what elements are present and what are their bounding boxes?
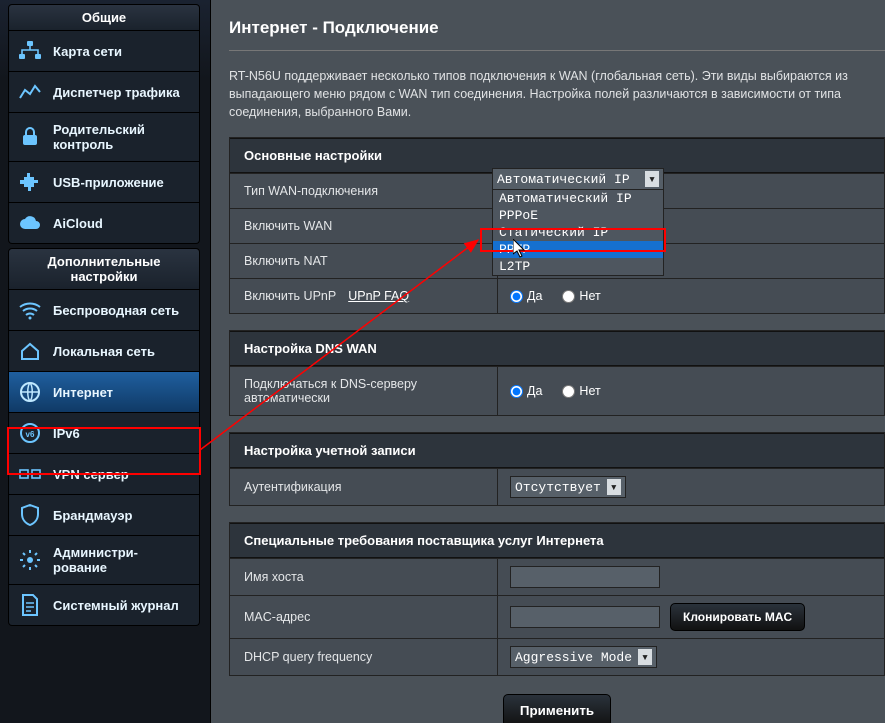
- sidebar-item-usb-app[interactable]: USB-приложение: [8, 162, 200, 203]
- sidebar-item-admin[interactable]: Администри-рование: [8, 536, 200, 585]
- sidebar-item-aicloud[interactable]: AiCloud: [8, 203, 200, 244]
- sidebar-item-traffic-manager[interactable]: Диспетчер трафика: [8, 72, 200, 113]
- sidebar-item-label: IPv6: [53, 426, 191, 441]
- radio-label: Да: [527, 384, 542, 398]
- radio-label: Нет: [579, 289, 600, 303]
- document-icon: [17, 594, 43, 616]
- page-description: RT-N56U поддерживает несколько типов под…: [229, 51, 885, 137]
- page-title: Интернет - Подключение: [229, 18, 885, 51]
- auth-select[interactable]: Отсутствует ▾: [510, 476, 626, 498]
- sidebar-item-syslog[interactable]: Системный журнал: [8, 585, 200, 626]
- option-l2tp[interactable]: L2TP: [493, 258, 663, 275]
- sidebar-item-label: Локальная сеть: [53, 344, 191, 359]
- sidebar-item-label: Системный журнал: [53, 598, 191, 613]
- auth-select-value: Отсутствует: [515, 480, 601, 495]
- radio-input[interactable]: [562, 385, 575, 398]
- network-map-icon: [17, 40, 43, 62]
- option-pppoe[interactable]: PPPoE: [493, 207, 663, 224]
- sidebar-item-vpn[interactable]: VPN сервер: [8, 454, 200, 495]
- sidebar-item-firewall[interactable]: Брандмауэр: [8, 495, 200, 536]
- sidebar-item-wireless[interactable]: Беспроводная сеть: [8, 290, 200, 331]
- dhcp-freq-value: Aggressive Mode: [515, 650, 632, 665]
- sidebar-item-label: Родительский контроль: [53, 122, 191, 152]
- traffic-icon: [17, 81, 43, 103]
- wan-type-value: Автоматический IP: [497, 172, 630, 187]
- option-auto-ip[interactable]: Автоматический IP: [493, 190, 663, 207]
- wan-type-selected[interactable]: Автоматический IP ▾: [492, 168, 664, 190]
- ipv6-icon: v6: [17, 422, 43, 444]
- radio-upnp-yes[interactable]: Да: [510, 289, 542, 303]
- sidebar-item-label: Карта сети: [53, 44, 191, 59]
- upnp-faq-link[interactable]: UPnP FAQ: [348, 289, 409, 303]
- sidebar-item-label: Беспроводная сеть: [53, 303, 191, 318]
- label-enable-upnp: Включить UPnP: [244, 289, 336, 303]
- sidebar-advanced-title: Дополнительные настройки: [8, 248, 200, 290]
- label-enable-wan: Включить WAN: [230, 209, 498, 243]
- radio-dns-yes[interactable]: Да: [510, 384, 542, 398]
- option-pptp[interactable]: PPTP: [493, 241, 663, 258]
- row-hostname: Имя хоста: [230, 558, 884, 595]
- sidebar-item-label: Интернет: [53, 385, 191, 400]
- sidebar-item-lan[interactable]: Локальная сеть: [8, 331, 200, 372]
- hostname-input[interactable]: [510, 566, 660, 588]
- label-dhcp-freq: DHCP query frequency: [230, 639, 498, 675]
- radio-dns-no[interactable]: Нет: [562, 384, 600, 398]
- sidebar-item-parental-control[interactable]: Родительский контроль: [8, 113, 200, 162]
- chevron-down-icon: ▾: [607, 479, 621, 495]
- radio-input[interactable]: [510, 385, 523, 398]
- section-isp: Специальные требования поставщика услуг …: [230, 523, 884, 558]
- row-auth: Аутентификация Отсутствует ▾: [230, 468, 884, 505]
- sidebar-item-label: VPN сервер: [53, 467, 191, 482]
- chevron-down-icon: ▾: [638, 649, 652, 665]
- sidebar-item-label: Администри-рование: [53, 545, 191, 575]
- sidebar: Общие Карта сети Диспетчер трафика Родит…: [8, 0, 200, 626]
- mac-input[interactable]: [510, 606, 660, 628]
- chevron-down-icon: ▾: [645, 171, 659, 187]
- label-hostname: Имя хоста: [230, 559, 498, 595]
- lock-icon: [17, 126, 43, 148]
- label-wan-type: Тип WAN-подключения: [230, 174, 498, 208]
- label-enable-nat: Включить NAT: [230, 244, 498, 278]
- label-auth: Аутентификация: [230, 469, 498, 505]
- shield-icon: [17, 504, 43, 526]
- row-dns-auto: Подключаться к DNS-серверу автоматически…: [230, 366, 884, 415]
- wan-type-options: Автоматический IP PPPoE Статический IP P…: [492, 190, 664, 276]
- plugin-icon: [17, 171, 43, 193]
- radio-upnp-no[interactable]: Нет: [562, 289, 600, 303]
- content-pane: Интернет - Подключение RT-N56U поддержив…: [210, 0, 885, 723]
- row-enable-upnp: Включить UPnP UPnP FAQ Да Нет: [230, 278, 884, 313]
- label-mac: MAC-адрес: [230, 596, 498, 638]
- dhcp-freq-select[interactable]: Aggressive Mode ▾: [510, 646, 657, 668]
- sidebar-item-label: Брандмауэр: [53, 508, 191, 523]
- sidebar-general-title: Общие: [8, 4, 200, 31]
- section-dns: Настройка DNS WAN: [230, 331, 884, 366]
- sidebar-item-ipv6[interactable]: v6 IPv6: [8, 413, 200, 454]
- home-icon: [17, 340, 43, 362]
- option-static-ip[interactable]: Статический IP: [493, 224, 663, 241]
- label-dns-auto: Подключаться к DNS-серверу автоматически: [230, 367, 498, 415]
- svg-text:v6: v6: [26, 430, 35, 439]
- radio-label: Нет: [579, 384, 600, 398]
- radio-input[interactable]: [510, 290, 523, 303]
- sidebar-item-label: AiCloud: [53, 216, 191, 231]
- wifi-icon: [17, 299, 43, 321]
- sidebar-item-network-map[interactable]: Карта сети: [8, 31, 200, 72]
- globe-icon: [17, 381, 43, 403]
- sidebar-item-label: Диспетчер трафика: [53, 85, 191, 100]
- gear-icon: [17, 549, 43, 571]
- row-mac: MAC-адрес Клонировать MAC: [230, 595, 884, 638]
- radio-input[interactable]: [562, 290, 575, 303]
- apply-button[interactable]: Применить: [503, 694, 611, 723]
- sidebar-item-label: USB-приложение: [53, 175, 191, 190]
- sidebar-item-internet[interactable]: Интернет: [8, 372, 200, 413]
- wan-type-dropdown[interactable]: Автоматический IP ▾ Автоматический IP PP…: [492, 168, 664, 276]
- section-acct: Настройка учетной записи: [230, 433, 884, 468]
- clone-mac-button[interactable]: Клонировать MAC: [670, 603, 805, 631]
- cloud-icon: [17, 212, 43, 234]
- row-dhcp-freq: DHCP query frequency Aggressive Mode ▾: [230, 638, 884, 675]
- vpn-icon: [17, 463, 43, 485]
- radio-label: Да: [527, 289, 542, 303]
